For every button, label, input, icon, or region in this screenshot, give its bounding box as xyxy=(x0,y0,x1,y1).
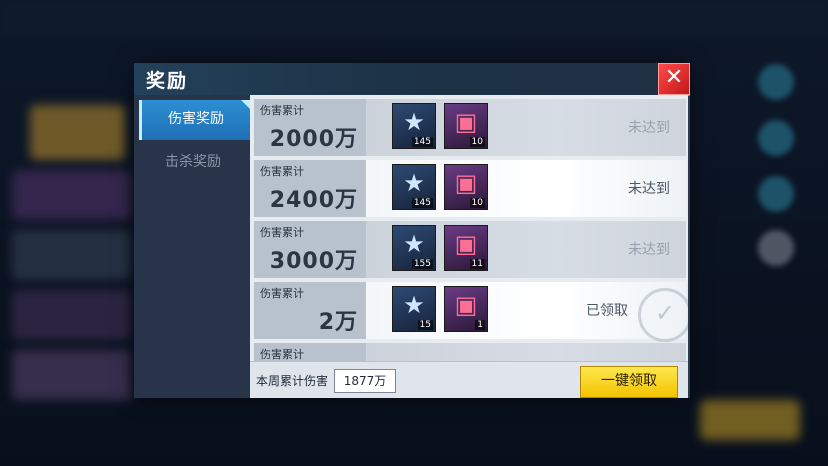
pink-chest-icon: ▣ xyxy=(454,108,478,136)
damage-threshold: 伤害累计 3000万 xyxy=(254,221,366,278)
weekly-damage-label: 本周累计伤害 xyxy=(256,374,329,388)
status-badge: 已领取 xyxy=(586,303,628,319)
tab-label: 伤害奖励 xyxy=(168,111,224,127)
threshold-amount: 2万 xyxy=(318,310,358,335)
threshold-amount: 3000万 xyxy=(269,249,358,274)
reward-list[interactable]: 伤害累计 2000万 ★ 145 ▣ 10 未达到 伤害累计 2400万 ★ 1… xyxy=(250,95,688,398)
damage-threshold: 伤害累计 2000万 xyxy=(254,99,366,156)
list-item: 伤害累计 2万 ★ 15 ▣ 1 已领取 ✓ xyxy=(254,282,688,342)
threshold-label: 伤害累计 xyxy=(260,348,304,361)
item-count: 145 xyxy=(411,198,433,208)
item-count: 155 xyxy=(411,259,433,269)
threshold-amount: 2400万 xyxy=(269,188,358,213)
claimed-check-icon: ✓ xyxy=(638,288,688,342)
list-item: 伤害累计 2400万 ★ 145 ▣ 10 未达到 xyxy=(254,160,686,217)
damage-threshold: 伤害累计 2万 xyxy=(254,282,366,339)
threshold-label: 伤害累计 xyxy=(260,104,304,117)
reward-item[interactable]: ★ 145 xyxy=(392,103,436,149)
threshold-amount: 2000万 xyxy=(269,127,358,152)
item-count: 145 xyxy=(411,137,433,147)
reward-item[interactable]: ▣ 11 xyxy=(444,225,488,271)
item-count: 10 xyxy=(469,198,485,208)
item-count: 11 xyxy=(469,259,485,269)
status-badge: 未达到 xyxy=(628,242,670,258)
item-count: 1 xyxy=(475,320,485,330)
reward-item[interactable]: ★ 155 xyxy=(392,225,436,271)
reward-item[interactable]: ★ 15 xyxy=(392,286,436,332)
star-token-icon: ★ xyxy=(403,291,425,319)
tab-damage-reward[interactable]: 伤害奖励 xyxy=(139,100,250,140)
pink-chest-icon: ▣ xyxy=(454,291,478,319)
item-count: 15 xyxy=(417,320,433,330)
status-badge: 未达到 xyxy=(628,181,670,197)
close-button[interactable]: ✕ xyxy=(658,63,690,95)
tab-kill-reward[interactable]: 击杀奖励 xyxy=(139,143,247,183)
reward-item[interactable]: ★ 145 xyxy=(392,164,436,210)
damage-threshold: 伤害累计 2400万 xyxy=(254,160,366,217)
list-item: 伤害累计 2000万 ★ 145 ▣ 10 未达到 xyxy=(254,99,686,156)
close-icon: ✕ xyxy=(664,65,684,90)
claim-all-button[interactable]: 一键领取 xyxy=(580,366,678,398)
reward-item[interactable]: ▣ 10 xyxy=(444,103,488,149)
tab-label: 击杀奖励 xyxy=(165,154,221,170)
star-token-icon: ★ xyxy=(403,108,425,136)
weekly-damage-value: 1877万 xyxy=(334,369,396,393)
sidebar: 伤害奖励 击杀奖励 xyxy=(134,95,250,398)
reward-dialog: 奖励 ✕ 伤害奖励 击杀奖励 伤害累计 2000万 ★ 145 ▣ 10 未达到 xyxy=(134,63,690,398)
dialog-header: 奖励 xyxy=(134,63,690,96)
list-item: 伤害累计 3000万 ★ 155 ▣ 11 未达到 xyxy=(254,221,686,278)
pink-chest-icon: ▣ xyxy=(454,169,478,197)
threshold-label: 伤害累计 xyxy=(260,165,304,178)
reward-item[interactable]: ▣ 1 xyxy=(444,286,488,332)
claim-all-label: 一键领取 xyxy=(601,373,657,389)
reward-item[interactable]: ▣ 10 xyxy=(444,164,488,210)
threshold-label: 伤害累计 xyxy=(260,226,304,239)
pink-chest-icon: ▣ xyxy=(454,230,478,258)
star-token-icon: ★ xyxy=(403,169,425,197)
threshold-label: 伤害累计 xyxy=(260,287,304,300)
status-badge: 未达到 xyxy=(628,120,670,136)
dialog-title: 奖励 xyxy=(146,70,189,92)
footer-bar: 本周累计伤害 1877万 一键领取 xyxy=(250,361,688,398)
star-token-icon: ★ xyxy=(403,230,425,258)
item-count: 10 xyxy=(469,137,485,147)
